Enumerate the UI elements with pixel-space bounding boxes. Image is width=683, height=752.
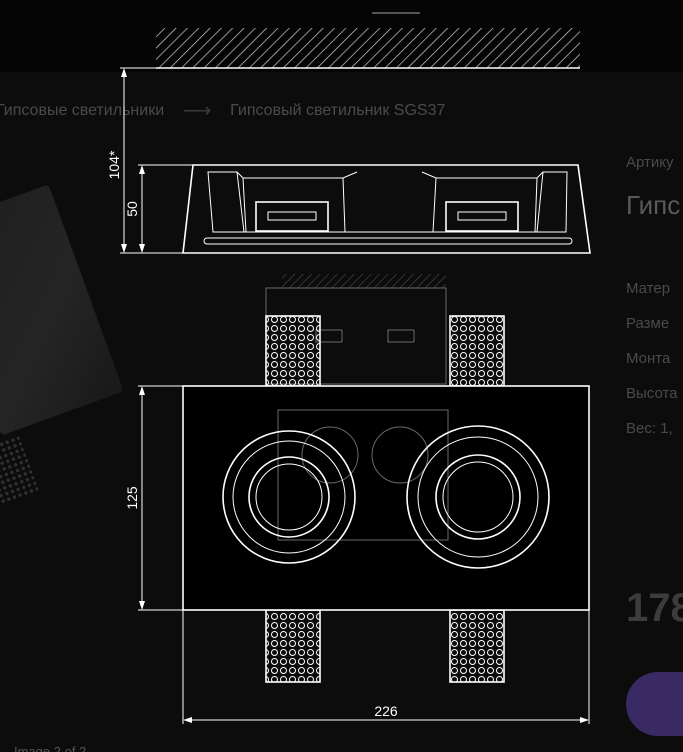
side-elevation — [182, 164, 591, 254]
plan-view — [182, 315, 590, 683]
image-counter: Image 2 of 2 — [14, 744, 87, 752]
svg-text:50: 50 — [124, 201, 140, 217]
svg-text:104*: 104* — [106, 150, 122, 179]
svg-text:125: 125 — [124, 486, 140, 510]
technical-drawing: 104* 50 125 226 — [106, 28, 591, 724]
dimension-height-plan: 125 — [124, 385, 183, 611]
dimension-height-body: 50 — [124, 164, 193, 253]
ceiling-hatch — [156, 28, 580, 69]
dimension-width: 226 — [182, 610, 590, 724]
svg-text:226: 226 — [374, 703, 398, 719]
dimension-height-total: 104* — [106, 67, 183, 254]
